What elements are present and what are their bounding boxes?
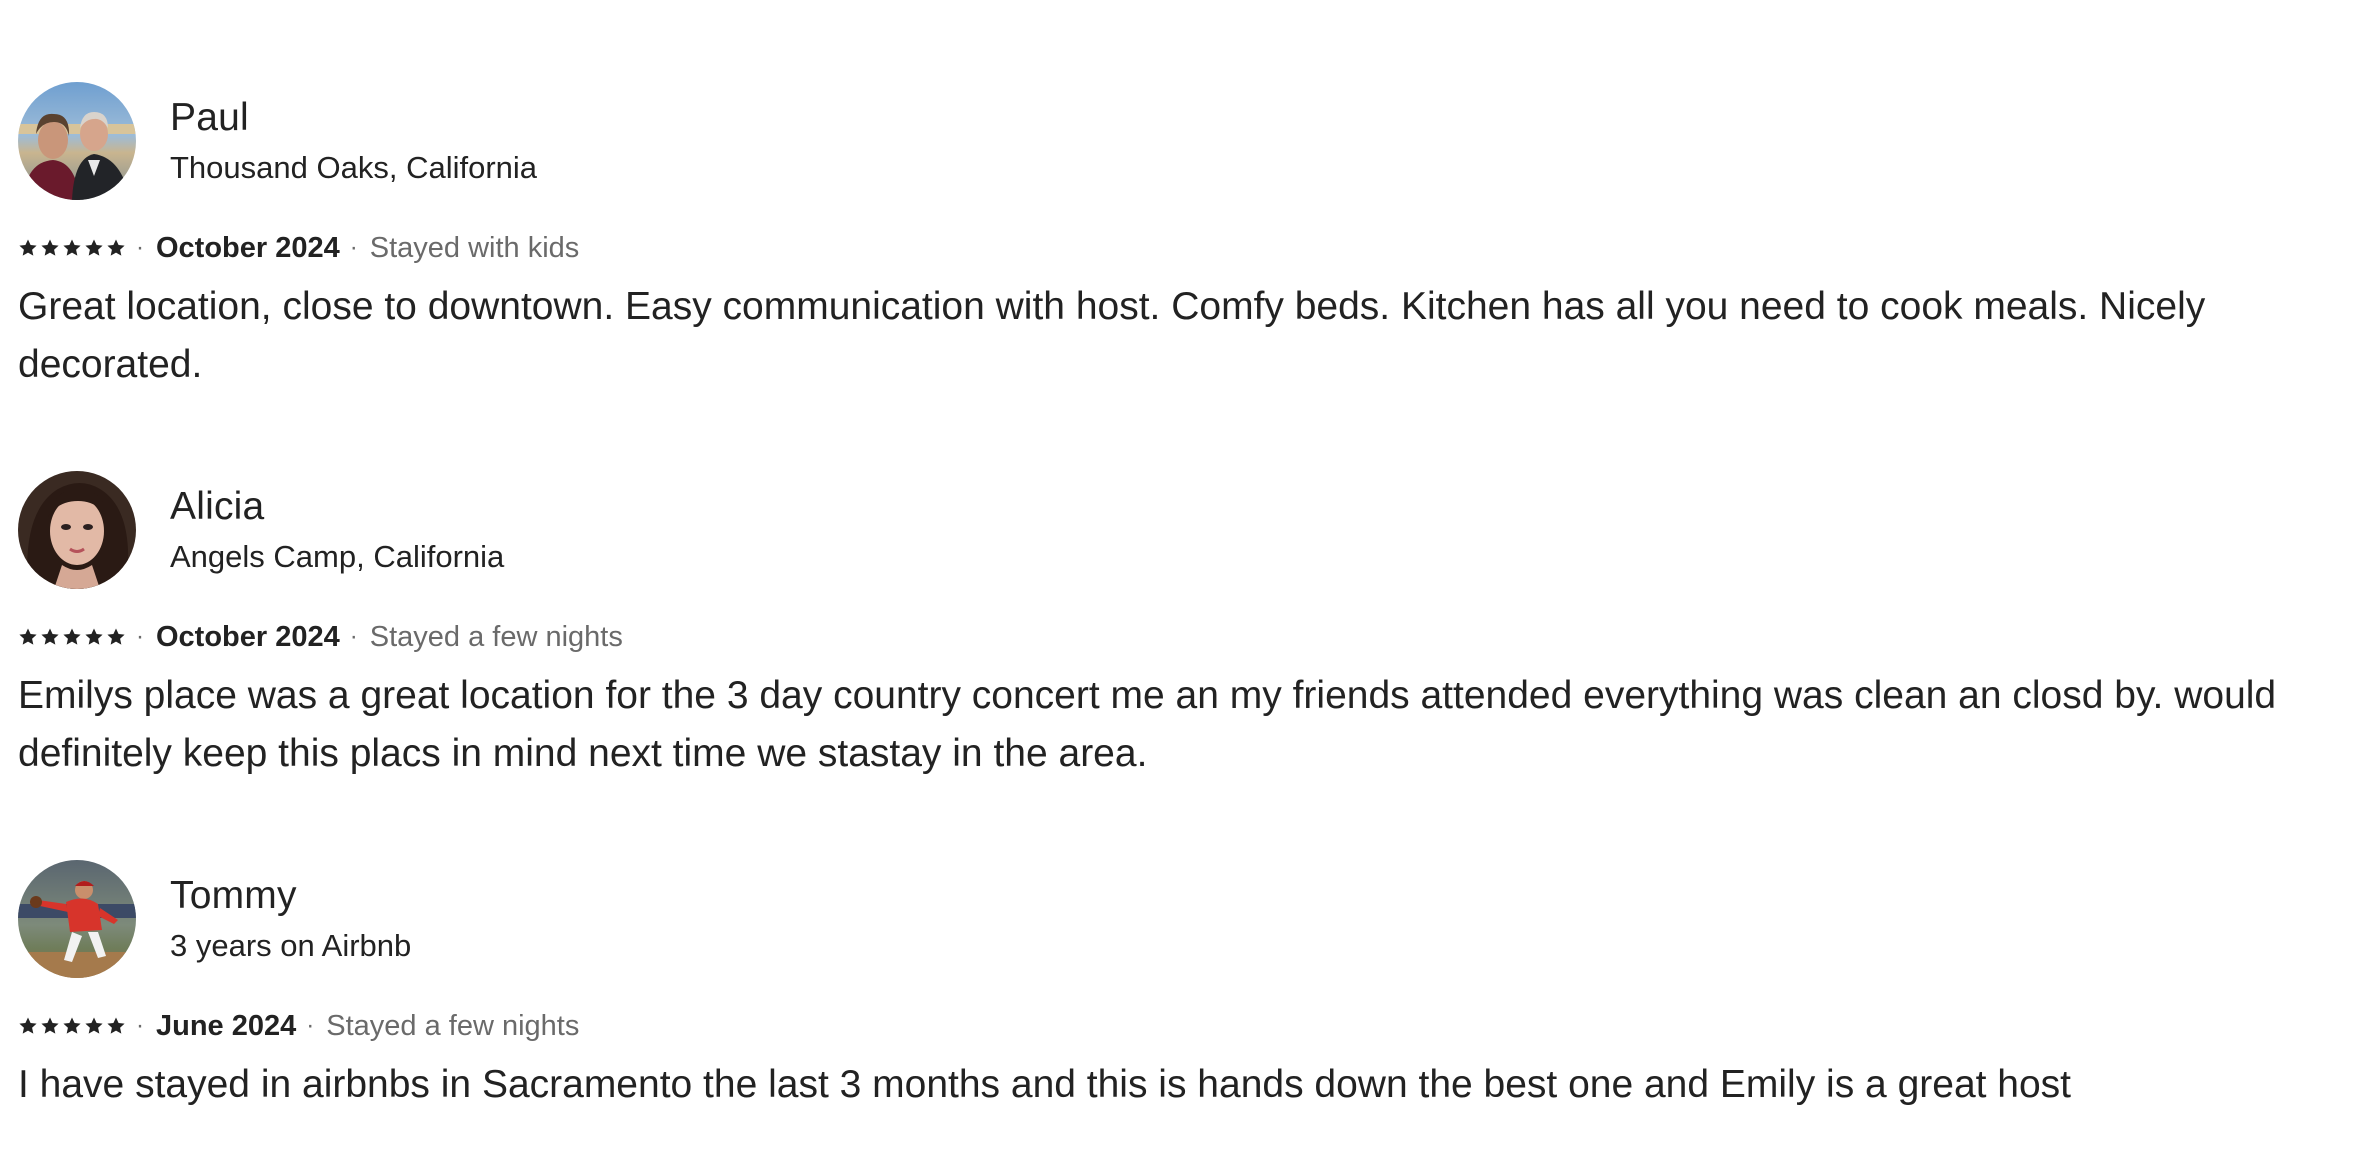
review-date: June 2024 xyxy=(156,1009,297,1042)
avatar[interactable] xyxy=(18,471,136,589)
reviewer-location: Thousand Oaks, California xyxy=(170,150,538,185)
star-icon xyxy=(19,239,37,256)
star-icon xyxy=(19,1017,37,1034)
star-icon xyxy=(107,1017,125,1034)
star-icon xyxy=(41,628,59,645)
star-icon xyxy=(63,628,81,645)
star-icon xyxy=(41,1017,59,1034)
review-card: Tommy 3 years on Airbnb · June 2024 · St… xyxy=(18,860,2348,1106)
reviewer-header: Tommy 3 years on Airbnb xyxy=(18,860,2348,980)
reviewer-header: Paul Thousand Oaks, California xyxy=(18,82,2348,202)
star-icon xyxy=(107,239,125,256)
stay-type: Stayed with kids xyxy=(369,231,580,264)
avatar-baseball-photo-icon xyxy=(18,860,136,978)
star-icon xyxy=(63,1017,81,1034)
separator-dot: · xyxy=(306,1012,315,1039)
star-icon xyxy=(85,1017,103,1034)
reviewer-name[interactable]: Paul xyxy=(170,96,249,140)
reviewer-header: Alicia Angels Camp, California xyxy=(18,471,2348,591)
reviewer-location: Angels Camp, California xyxy=(170,539,505,574)
reviewer-tenure: 3 years on Airbnb xyxy=(170,928,412,963)
avatar-woman-photo-icon xyxy=(18,471,136,589)
reviewer-name[interactable]: Alicia xyxy=(170,485,264,529)
separator-dot: · xyxy=(136,234,144,261)
separator-dot: · xyxy=(349,234,358,261)
review-meta: · June 2024 · Stayed a few nights xyxy=(18,1006,579,1046)
star-icon xyxy=(85,239,103,256)
stay-type: Stayed a few nights xyxy=(326,1009,580,1042)
star-rating xyxy=(18,627,126,647)
review-text: I have stayed in airbnbs in Sacramento t… xyxy=(18,1063,2072,1106)
star-icon xyxy=(85,628,103,645)
separator-dot: · xyxy=(136,623,144,650)
review-date: October 2024 xyxy=(156,231,340,264)
avatar-couple-photo-icon xyxy=(18,82,136,200)
avatar[interactable] xyxy=(18,860,136,978)
avatar[interactable] xyxy=(18,82,136,200)
review-meta: · October 2024 · Stayed a few nights xyxy=(18,617,623,657)
star-rating xyxy=(18,1016,126,1036)
star-icon xyxy=(107,628,125,645)
stay-type: Stayed a few nights xyxy=(369,620,623,653)
review-meta: · October 2024 · Stayed with kids xyxy=(18,228,579,268)
star-icon xyxy=(63,239,81,256)
separator-dot: · xyxy=(349,623,358,650)
review-date: October 2024 xyxy=(156,620,340,653)
review-text: Emilys place was a great location for th… xyxy=(18,674,2277,775)
star-rating xyxy=(18,238,126,258)
reviewer-name[interactable]: Tommy xyxy=(170,874,297,918)
star-icon xyxy=(41,239,59,256)
review-card: Alicia Angels Camp, California · October… xyxy=(18,471,2348,775)
review-text: Great location, close to downtown. Easy … xyxy=(18,285,2206,386)
review-card: Paul Thousand Oaks, California · October… xyxy=(18,82,2348,386)
star-icon xyxy=(19,628,37,645)
separator-dot: · xyxy=(136,1012,144,1039)
